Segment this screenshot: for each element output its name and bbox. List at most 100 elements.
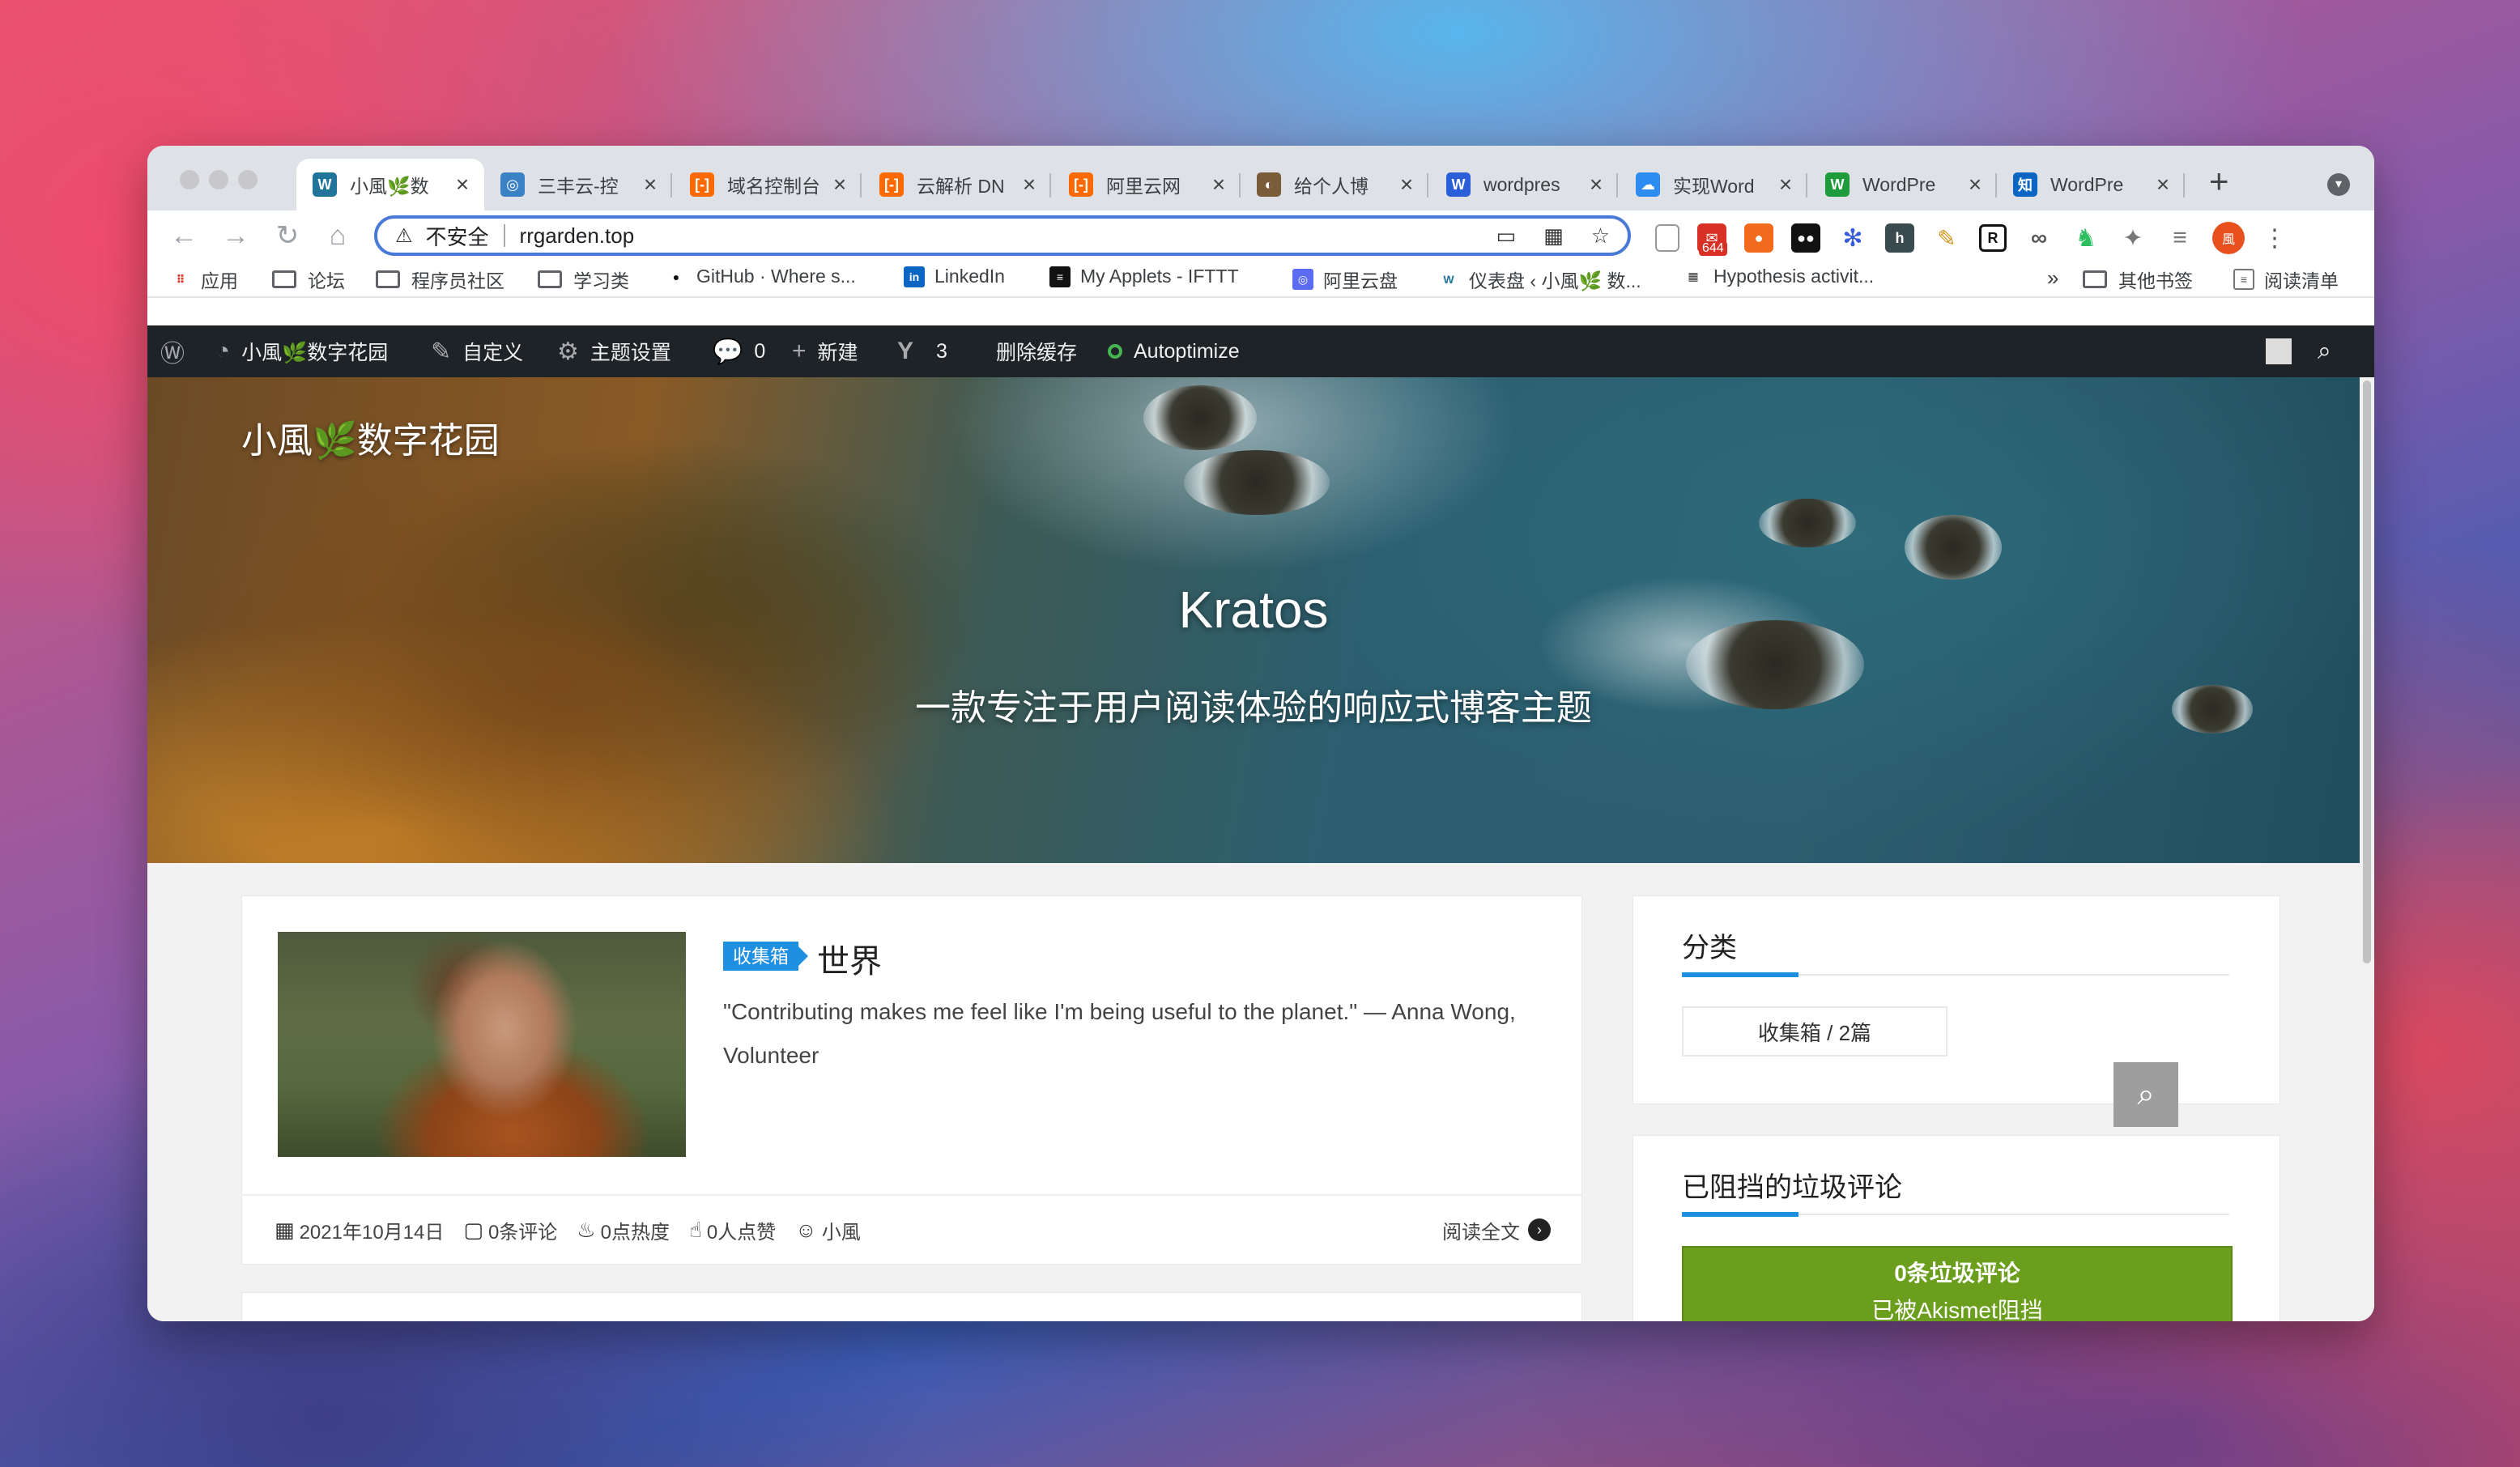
home-icon[interactable]: ⌂ <box>319 217 356 254</box>
tab-separator <box>860 173 862 198</box>
post-comments[interactable]: ▢0条评论 <box>463 1216 557 1244</box>
new-tab-button[interactable]: + <box>2209 162 2229 201</box>
wp-search[interactable]: ⌕ <box>2318 325 2343 377</box>
orange-extension-icon[interactable]: ● <box>1744 223 1773 253</box>
close-tab-icon[interactable]: × <box>1773 172 1798 198</box>
bookmarks-overflow-button[interactable]: » <box>2047 266 2058 291</box>
floating-search-button[interactable]: ⌕ <box>2113 1062 2178 1127</box>
user-icon: ☺ <box>795 1218 817 1243</box>
notes-extension-icon[interactable]: ✎ <box>1932 223 1961 253</box>
tab-2[interactable]: ◎三丰云-控× <box>484 159 672 210</box>
reading-list[interactable]: ≡阅读清单 <box>2233 266 2339 293</box>
post-author[interactable]: ☺小風 <box>795 1216 861 1244</box>
tab-3[interactable]: [-]域名控制台× <box>674 159 862 210</box>
bookmark-star-icon[interactable]: ☆ <box>1591 223 1610 249</box>
bookmark-item[interactable]: ●GitHub · Where s... <box>666 266 856 287</box>
close-tab-icon[interactable]: × <box>638 172 662 198</box>
snowflake-extension-icon[interactable]: ✻ <box>1838 223 1867 253</box>
wp-logo-menu[interactable]: Ⓦ <box>160 325 196 377</box>
media-control-icon[interactable]: ≡ <box>2165 223 2194 253</box>
forward-arrow-icon[interactable]: → <box>217 217 254 254</box>
close-tab-icon[interactable]: × <box>828 172 852 198</box>
more-menu-icon[interactable]: ⋮ <box>2262 224 2287 253</box>
github-icon: ● <box>666 266 687 287</box>
url-text[interactable]: rrgarden.top <box>520 223 635 249</box>
bookmark-item[interactable]: ◎阿里云盘 <box>1292 266 1398 293</box>
close-window-button[interactable] <box>180 170 199 189</box>
tab-4[interactable]: [-]云解析 DN× <box>863 159 1051 210</box>
tab-label: 域名控制台 <box>727 171 828 198</box>
zoom-window-button[interactable] <box>238 170 258 189</box>
tab-9[interactable]: WWordPre× <box>1809 159 1997 210</box>
widget-accent-bar <box>1682 1212 1798 1217</box>
tampermonkey-extension-icon[interactable]: ●● <box>1791 223 1820 253</box>
post-heat-text: 0点热度 <box>601 1216 670 1244</box>
wp-autoptimize[interactable]: Autoptimize <box>1108 325 1240 377</box>
scrollbar-thumb[interactable] <box>2363 381 2371 963</box>
wp-clear-cache[interactable]: 删除缓存 <box>996 325 1077 377</box>
bookmark-item[interactable]: 学习类 <box>538 266 629 293</box>
post-thumbnail[interactable] <box>278 932 686 1157</box>
post-title[interactable]: 世界 <box>817 935 882 982</box>
profile-avatar[interactable]: 風 <box>2212 222 2245 254</box>
r-extension-icon[interactable]: R <box>1979 224 2007 252</box>
minimize-window-button[interactable] <box>209 170 228 189</box>
bookmark-label: 阿里云盘 <box>1323 266 1398 293</box>
bookmark-item[interactable]: 论坛 <box>272 266 345 293</box>
bookmark-other[interactable]: 其他书签 <box>2083 266 2193 293</box>
bookmark-item[interactable]: W仪表盘 ‹ 小風🌿 数... <box>1438 266 1641 293</box>
thumbs-up-icon: ☝ <box>689 1218 702 1243</box>
bookmark-item[interactable]: ▦Hypothesis activit... <box>1683 266 1874 287</box>
address-bar[interactable]: ⚠ 不安全 rrgarden.top ▭ ▦ ☆ <box>374 215 1631 256</box>
spam-widget: 已阻挡的垃圾评论 0条垃圾评论 已被Akismet阻挡 <box>1632 1135 2280 1321</box>
category-item[interactable]: 收集箱 / 2篇 <box>1682 1006 1947 1057</box>
wp-admin-bar: Ⓦ ◔小風🌿数字花园 ✎ 自定义 ⚙主题设置 💬0 +新建 Y3 删除缓存 Aut… <box>147 325 2374 377</box>
wp-site-menu[interactable]: ◔小風🌿数字花园 <box>215 325 388 377</box>
wp-theme-settings[interactable]: ⚙主题设置 <box>557 325 671 377</box>
wp-new[interactable]: +新建 <box>792 325 858 377</box>
tab-8[interactable]: ☁实现Word× <box>1620 159 1807 210</box>
close-tab-icon[interactable]: × <box>450 172 475 198</box>
read-more-link[interactable]: 阅读全文› <box>1442 1216 1551 1244</box>
qr-code-icon[interactable]: ▦ <box>1543 223 1564 249</box>
spam-count: 0条垃圾评论 <box>1684 1256 2231 1288</box>
tab-6[interactable]: ◐给个人博× <box>1241 159 1428 210</box>
brush-icon: ✎ <box>431 338 451 366</box>
tab-10[interactable]: 知WordPre× <box>1997 159 2185 210</box>
puzzle-extensions-icon[interactable]: ✦ <box>2118 223 2148 253</box>
wp-user-avatar[interactable] <box>2266 325 2292 377</box>
security-status[interactable]: 不安全 <box>426 221 489 251</box>
wp-yoast[interactable]: Y3 <box>897 325 947 377</box>
tab-1[interactable]: W小風🌿数× <box>296 159 484 210</box>
bookmark-item[interactable]: ⠿应用 <box>170 266 238 293</box>
tab-5[interactable]: [-]阿里云网× <box>1053 159 1241 210</box>
post-likes[interactable]: ☝0人点赞 <box>689 1216 776 1244</box>
back-arrow-icon[interactable]: ← <box>165 217 202 254</box>
bookmark-item[interactable]: 程序员社区 <box>376 266 504 293</box>
close-tab-icon[interactable]: × <box>1963 172 1987 198</box>
copy-extension-icon[interactable] <box>1655 224 1679 252</box>
bookmark-item[interactable]: ≡My Applets - IFTTT <box>1049 266 1239 287</box>
post-date-text: 2021年10月14日 <box>300 1216 445 1244</box>
close-tab-icon[interactable]: × <box>1394 172 1419 198</box>
close-tab-icon[interactable]: × <box>1017 172 1041 198</box>
site-title[interactable]: 小風🌿数字花园 <box>241 411 500 463</box>
evernote-extension-icon[interactable]: ♞ <box>2071 223 2101 253</box>
bookmark-item[interactable]: inLinkedIn <box>904 266 1005 287</box>
wp-customize[interactable]: ✎ 自定义 <box>431 325 523 377</box>
hero-subtitle: 一款专注于用户阅读体验的响应式博客主题 <box>147 678 2360 730</box>
wp-customize-label: 自定义 <box>462 337 523 366</box>
post-category-tag[interactable]: 收集箱 <box>723 942 798 971</box>
close-tab-icon[interactable]: × <box>1207 172 1231 198</box>
close-tab-icon[interactable]: × <box>1584 172 1608 198</box>
tab-search-icon[interactable]: ▾ <box>2327 173 2350 196</box>
link-extension-icon[interactable]: ∞ <box>2024 223 2054 253</box>
tab-separator <box>1049 173 1051 198</box>
reload-icon[interactable]: ↻ <box>269 217 306 254</box>
wp-comments[interactable]: 💬0 <box>713 325 765 377</box>
cast-icon[interactable]: ▭ <box>1496 223 1517 249</box>
close-tab-icon[interactable]: × <box>2151 172 2175 198</box>
hero-rock <box>1759 499 1856 547</box>
hypothesis-extension-icon[interactable]: h <box>1885 223 1914 253</box>
tab-7[interactable]: Wwordpres× <box>1430 159 1618 210</box>
